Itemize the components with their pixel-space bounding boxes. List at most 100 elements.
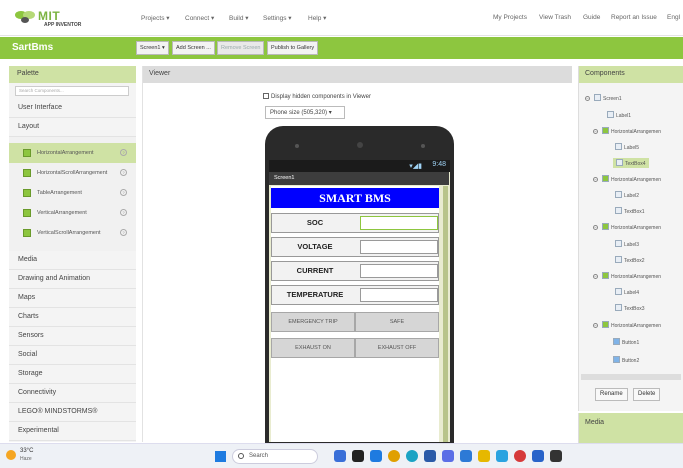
category-layout[interactable]: Layout: [9, 118, 136, 137]
chat-icon[interactable]: [370, 450, 382, 462]
help-icon[interactable]: ?: [120, 189, 127, 196]
windows-start-icon[interactable]: [215, 451, 226, 462]
tree-node-button2[interactable]: Button2: [613, 356, 639, 364]
arrangement-temperature[interactable]: TEMPERATURE: [271, 285, 439, 305]
tree-node-horizontal-5[interactable]: − HorizontalArrangemen: [593, 321, 661, 329]
taskbar-search[interactable]: Search: [232, 449, 318, 464]
textbox-soc[interactable]: [360, 216, 438, 230]
tree-node-textbox3[interactable]: TextBox3: [615, 304, 645, 312]
tree-node-button1[interactable]: Button1: [613, 338, 639, 346]
emergency-trip-button[interactable]: EMERGENCY TRIP: [271, 312, 355, 332]
palette-item-horizontal-arrangement[interactable]: HorizontalArrangement ?: [9, 143, 136, 163]
arrangement-voltage[interactable]: VOLTAGE: [271, 237, 439, 257]
tree-node-horizontal-3[interactable]: − HorizontalArrangemen: [593, 223, 661, 231]
category-charts[interactable]: Charts: [9, 308, 136, 327]
category-lego-mindstorms[interactable]: LEGO® MINDSTORMS®: [9, 403, 136, 422]
task-view-icon[interactable]: [352, 450, 364, 462]
category-sensors[interactable]: Sensors: [9, 327, 136, 346]
label-voltage[interactable]: VOLTAGE: [272, 238, 358, 256]
add-screen-button[interactable]: Add Screen ...: [172, 41, 215, 55]
tree-node-textbox2[interactable]: TextBox2: [615, 256, 645, 264]
collapse-icon[interactable]: −: [593, 225, 598, 230]
category-maps[interactable]: Maps: [9, 289, 136, 308]
screen-select-button[interactable]: Screen1 ▾: [136, 41, 169, 55]
tree-node-label4[interactable]: Label4: [615, 288, 639, 296]
menu-build[interactable]: Build ▾: [229, 14, 249, 22]
safe-button[interactable]: SAFE: [355, 312, 439, 332]
tree-node-label2[interactable]: Label2: [615, 191, 639, 199]
help-icon[interactable]: ?: [120, 149, 127, 156]
palette-item-vertical-arrangement[interactable]: VerticalArrangement ?: [9, 203, 136, 223]
collapse-icon[interactable]: −: [593, 323, 598, 328]
label-smart-bms[interactable]: SMART BMS: [271, 188, 439, 208]
file-explorer-icon[interactable]: [478, 450, 490, 462]
rename-button[interactable]: Rename: [595, 388, 628, 401]
collapse-icon[interactable]: −: [593, 129, 598, 134]
link-guide[interactable]: Guide: [583, 14, 600, 21]
collapse-icon[interactable]: −: [593, 274, 598, 279]
outlook-icon[interactable]: [532, 450, 544, 462]
browser-icon[interactable]: [514, 450, 526, 462]
widgets-icon[interactable]: [334, 450, 346, 462]
arrangement-soc[interactable]: SOC: [271, 213, 439, 233]
menu-help[interactable]: Help ▾: [308, 14, 326, 22]
exhaust-off-button[interactable]: EXHAUST OFF: [355, 338, 439, 358]
terminal-icon[interactable]: [550, 450, 562, 462]
language-menu[interactable]: Engl: [667, 14, 680, 21]
textbox-temperature[interactable]: [360, 288, 438, 302]
category-drawing-animation[interactable]: Drawing and Animation: [9, 270, 136, 289]
link-my-projects[interactable]: My Projects: [493, 14, 527, 21]
label-current[interactable]: CURRENT: [272, 262, 358, 280]
collapse-icon[interactable]: −: [585, 96, 590, 101]
tree-node-screen1[interactable]: − Screen1: [585, 94, 622, 102]
palette-search-input[interactable]: Search Components...: [15, 86, 129, 96]
app-inventor-logo[interactable]: MIT APP INVENTOR: [14, 7, 104, 29]
tree-node-horizontal-4[interactable]: − HorizontalArrangemen: [593, 272, 661, 280]
category-media[interactable]: Media: [9, 251, 136, 270]
app-icon[interactable]: [496, 450, 508, 462]
arrangement-current[interactable]: CURRENT: [271, 261, 439, 281]
tree-node-horizontal-1[interactable]: − HorizontalArrangemen: [593, 127, 661, 135]
category-connectivity[interactable]: Connectivity: [9, 384, 136, 403]
collapse-icon[interactable]: −: [593, 177, 598, 182]
tree-node-horizontal-2[interactable]: − HorizontalArrangemen: [593, 175, 661, 183]
components-horizontal-scrollbar[interactable]: [581, 374, 681, 380]
palette-item-horizontal-scroll-arrangement[interactable]: HorizontalScrollArrangement ?: [9, 163, 136, 183]
menu-projects[interactable]: Projects ▾: [141, 14, 170, 22]
tree-node-textbox4[interactable]: TextBox4: [613, 158, 649, 168]
category-social[interactable]: Social: [9, 346, 136, 365]
menu-settings[interactable]: Settings ▾: [263, 14, 292, 22]
mail-icon[interactable]: [460, 450, 472, 462]
label-temperature[interactable]: TEMPERATURE: [272, 286, 358, 304]
palette-item-table-arrangement[interactable]: TableArrangement ?: [9, 183, 136, 203]
help-icon[interactable]: ?: [120, 169, 127, 176]
link-report-issue[interactable]: Report an Issue: [611, 14, 657, 21]
tree-node-textbox1[interactable]: TextBox1: [615, 207, 645, 215]
help-icon[interactable]: ?: [120, 229, 127, 236]
exhaust-on-button[interactable]: EXHAUST ON: [271, 338, 355, 358]
palette-item-vertical-scroll-arrangement[interactable]: VerticalScrollArrangement ?: [9, 223, 136, 243]
menu-connect[interactable]: Connect ▾: [185, 14, 214, 22]
category-experimental[interactable]: Experimental: [9, 422, 136, 441]
edge-icon[interactable]: [406, 450, 418, 462]
category-user-interface[interactable]: User Interface: [9, 99, 136, 118]
store-icon[interactable]: [424, 450, 436, 462]
weather-temperature[interactable]: 33°C: [20, 448, 33, 454]
photos-icon[interactable]: [442, 450, 454, 462]
delete-button[interactable]: Delete: [633, 388, 661, 401]
weather-description[interactable]: Haze: [20, 456, 32, 462]
phone-size-select[interactable]: Phone size (505,320) ▾: [265, 106, 345, 119]
help-icon[interactable]: ?: [120, 209, 127, 216]
tree-node-label1[interactable]: Label1: [607, 111, 631, 119]
chrome-icon[interactable]: [388, 450, 400, 462]
label-soc[interactable]: SOC: [272, 214, 358, 232]
textbox-current[interactable]: [360, 264, 438, 278]
remove-screen-button[interactable]: Remove Screen: [217, 41, 265, 55]
textbox-voltage[interactable]: [360, 240, 438, 254]
publish-gallery-button[interactable]: Publish to Gallery: [267, 41, 319, 55]
link-view-trash[interactable]: View Trash: [539, 14, 571, 21]
phone-scrollbar[interactable]: [443, 186, 448, 442]
tree-node-label5[interactable]: Label5: [615, 143, 639, 151]
weather-sun-icon[interactable]: [6, 450, 16, 460]
display-hidden-checkbox[interactable]: Display hidden components in Viewer: [263, 93, 371, 100]
